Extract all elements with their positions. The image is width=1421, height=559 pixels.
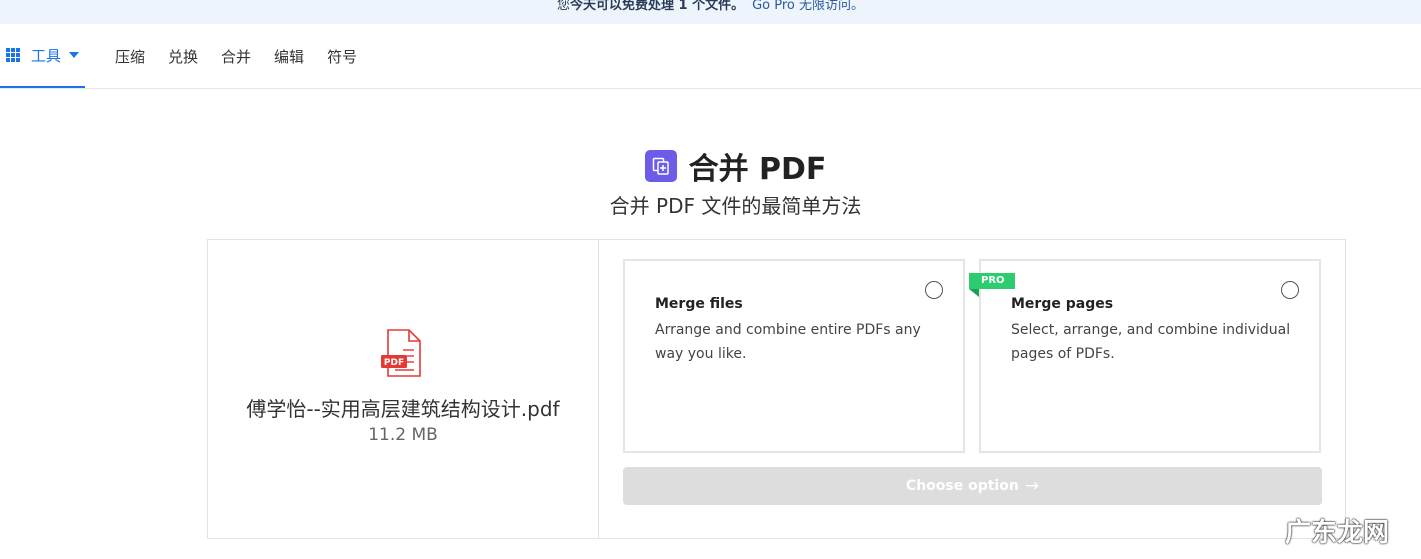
file-pane: PDF 傅学怡--实用高层建筑结构设计.pdf 11.2 MB: [208, 240, 599, 538]
file-size: 11.2 MB: [368, 425, 438, 445]
merge-files-option[interactable]: Merge files Arrange and combine entire P…: [623, 259, 965, 453]
option-description: Select, arrange, and combine individual …: [1011, 322, 1291, 362]
nav-items: 压缩 兑换 合并 编辑 符号: [115, 24, 380, 88]
option-title: Merge pages: [1011, 296, 1114, 312]
pro-badge: PRO: [969, 273, 1015, 289]
grid-icon: [6, 48, 20, 62]
banner-prefix: 您: [556, 0, 570, 13]
pdf-file-icon: PDF: [381, 328, 425, 384]
arrow-right-icon: →: [1024, 476, 1040, 496]
watermark-text: 广东龙网: [1285, 518, 1390, 548]
caret-down-icon: [69, 52, 80, 58]
nav-item-sign[interactable]: 符号: [327, 46, 357, 67]
nav-item-convert[interactable]: 兑换: [168, 46, 198, 67]
promo-banner: 您今天可以免费处理 1 个文件。 Go Pro 无限访问。: [0, 0, 1421, 24]
title-row: 合并 PDF: [50, 148, 1421, 187]
pro-badge-tail: [969, 289, 979, 297]
option-title: Merge files: [655, 296, 743, 312]
top-nav: 工具 压缩 兑换 合并 编辑 符号: [0, 24, 1421, 89]
merge-pages-radio[interactable]: [1281, 281, 1299, 299]
nav-item-edit[interactable]: 编辑: [274, 46, 304, 67]
choose-option-button[interactable]: Choose option →: [623, 467, 1322, 505]
nav-item-compress[interactable]: 压缩: [115, 46, 145, 67]
option-description: Arrange and combine entire PDFs any way …: [655, 322, 921, 362]
choose-option-label: Choose option: [905, 478, 1019, 494]
merge-panel: PDF 傅学怡--实用高层建筑结构设计.pdf 11.2 MB Merge fi…: [207, 239, 1346, 539]
page-title: 合并 PDF: [688, 152, 827, 187]
page-header: 合并 PDF 合并 PDF 文件的最简单方法: [0, 148, 1421, 219]
pdf-icon-label: PDF: [384, 358, 404, 368]
tools-menu-button[interactable]: 工具: [0, 24, 85, 88]
merge-files-radio[interactable]: [925, 281, 943, 299]
merge-pdf-icon: [644, 150, 677, 182]
merge-pages-option[interactable]: PRO Merge pages Select, arrange, and com…: [969, 259, 1321, 453]
file-name: 傅学怡--实用高层建筑结构设计.pdf: [246, 397, 560, 421]
page-subtitle: 合并 PDF 文件的最简单方法: [609, 194, 862, 218]
tools-label: 工具: [31, 46, 62, 65]
nav-item-merge[interactable]: 合并: [221, 46, 251, 67]
go-pro-link[interactable]: Go Pro 无限访问。: [752, 0, 864, 13]
banner-strong-text: 今天可以免费处理 1 个文件。: [569, 0, 745, 13]
